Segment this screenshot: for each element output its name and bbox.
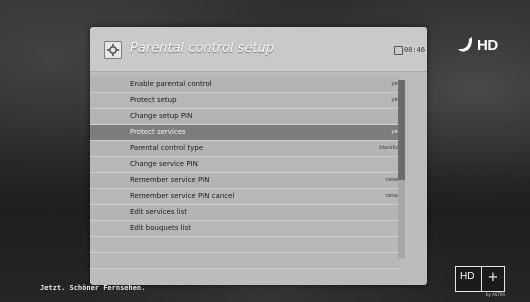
parental-control-dialog: Parental control setup 00:46 Enable pare… — [90, 27, 427, 285]
settings-icon — [104, 41, 122, 59]
menu-item-change-setup-pin[interactable]: Change setup PIN — [90, 109, 400, 125]
menu-item-remember-service-pin-cancel[interactable]: Remember service PIN cancel never — [90, 189, 400, 205]
menu-item-label: Enable parental control — [130, 80, 212, 88]
page-title: Parental control setup — [130, 41, 275, 56]
swoosh-icon — [458, 37, 472, 52]
hdplus-sub-text: by ASTRA — [486, 292, 506, 297]
menu-item-value: never — [385, 193, 400, 199]
menu-item-parental-control-type[interactable]: Parental control type blacklist — [90, 141, 400, 157]
menu-item-label: Remember service PIN cancel — [130, 192, 235, 200]
menu-item-label: Edit services list — [130, 208, 188, 216]
menu-item-value: yes — [391, 97, 400, 103]
channel-logo-text: HD — [477, 37, 498, 54]
menu-item-enable-parental-control[interactable]: Enable parental control yes — [90, 77, 400, 93]
hdplus-logo: HD + by ASTRA — [455, 266, 505, 297]
dialog-header: Parental control setup 00:46 — [90, 27, 427, 72]
menu-item-protect-services[interactable]: Protect services yes — [90, 125, 400, 141]
menu-item-change-service-pin[interactable]: Change service PIN — [90, 157, 400, 173]
settings-menu: Enable parental control yes Protect setu… — [90, 77, 400, 269]
menu-item-label: Protect setup — [130, 96, 177, 104]
empty-row — [90, 253, 400, 269]
menu-item-protect-setup[interactable]: Protect setup yes — [90, 93, 400, 109]
menu-item-remember-service-pin[interactable]: Remember service PIN never — [90, 173, 400, 189]
menu-item-edit-bouquets-list[interactable]: Edit bouquets list — [90, 221, 400, 237]
hdplus-plus-text: + — [481, 267, 504, 291]
channel-tagline: Jetzt. Schöner Fernsehen. — [40, 284, 146, 292]
menu-item-label: Edit bouquets list — [130, 224, 192, 232]
menu-item-label: Protect services — [130, 128, 186, 136]
channel-logo: HD — [451, 35, 511, 59]
menu-item-label: Parental control type — [130, 144, 203, 152]
clock-icon — [394, 46, 403, 55]
menu-item-value: never — [385, 177, 400, 183]
menu-item-label: Change setup PIN — [130, 112, 193, 120]
menu-item-value: blacklist — [379, 145, 400, 151]
menu-item-edit-services-list[interactable]: Edit services list — [90, 205, 400, 221]
menu-item-label: Remember service PIN — [130, 176, 210, 184]
menu-item-label: Change service PIN — [130, 160, 198, 168]
menu-item-value: yes — [391, 81, 400, 87]
menu-item-value: yes — [391, 129, 400, 135]
empty-row — [90, 237, 400, 253]
clock-time: 00:46 — [404, 46, 426, 54]
scrollbar-thumb[interactable] — [398, 80, 405, 180]
hdplus-hd-text: HD — [460, 271, 475, 282]
menu-scrollbar[interactable] — [398, 80, 405, 258]
